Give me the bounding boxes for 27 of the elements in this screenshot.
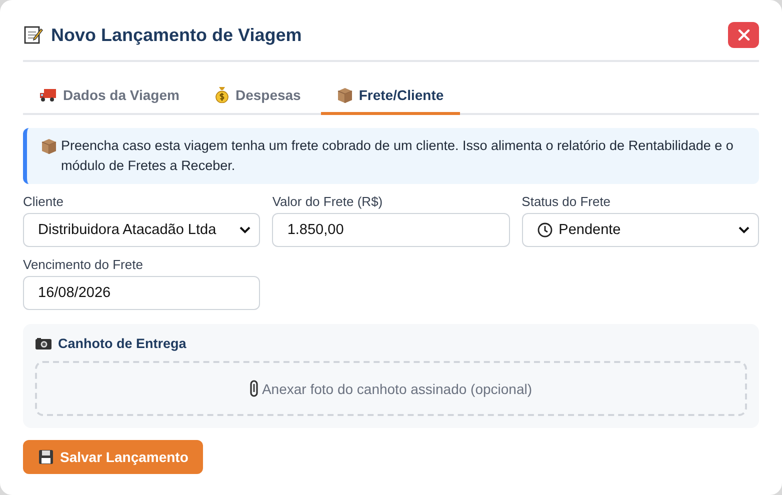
freight-status-select[interactable]: Pendente: [522, 213, 759, 247]
info-text: Preencha caso esta viagem tenha um frete cobrado de um cliente. Isso alimenta o relatório de Rentabilidade e o módulo de Fretes a Receber.: [61, 137, 734, 175]
upload-dropzone[interactable]: Anexar foto do canhoto assinado (opcional): [35, 361, 747, 416]
box-icon: [336, 86, 353, 102]
dialog-title: Novo Lançamento de Viagem: [51, 24, 302, 46]
tab[interactable]: Frete/Cliente: [320, 76, 460, 115]
field-label: Vencimento do Frete: [23, 257, 144, 272]
tab[interactable]: Despesas: [199, 76, 317, 115]
money-bag-icon: [215, 86, 230, 103]
camera-icon: [35, 337, 52, 350]
truck-icon: [39, 88, 57, 102]
paperclip-icon: [250, 380, 258, 397]
client-select[interactable]: Distribuidora Atacadão Ltda: [23, 213, 260, 247]
tab[interactable]: Dados da Viagem: [23, 76, 196, 115]
package-icon: [41, 138, 57, 154]
clock-icon: [536, 222, 553, 238]
section-title: Canhoto de Entrega: [58, 336, 186, 351]
field-label: Cliente: [23, 194, 64, 209]
field-label: Valor do Frete (R$): [272, 194, 384, 209]
close-button[interactable]: [728, 22, 759, 48]
notepad-icon: [23, 25, 43, 45]
chevron-down-icon: [239, 226, 252, 234]
due-date-field[interactable]: 16/08/2026: [23, 276, 260, 310]
chevron-down-icon: [738, 226, 750, 234]
close-icon: [738, 29, 750, 41]
freight-value-field[interactable]: 1.850,00: [272, 213, 510, 247]
field-label: Status do Frete: [522, 194, 612, 209]
